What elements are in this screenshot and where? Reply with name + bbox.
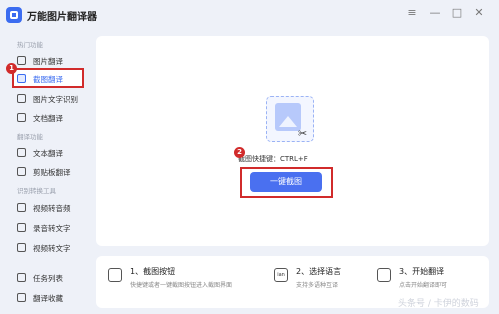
sidebar-item-audio-to-text[interactable]: 录音转文字 bbox=[14, 219, 84, 237]
list-icon bbox=[17, 273, 26, 282]
step-title: 3、开始翻译 bbox=[399, 267, 445, 276]
step-desc: 支持多语种互译 bbox=[296, 282, 339, 289]
image-icon bbox=[17, 56, 26, 65]
step-badge-two: 2 bbox=[234, 147, 245, 158]
sidebar-item-label: 视频转音频 bbox=[33, 204, 71, 213]
one-click-screenshot-button[interactable]: 一键截图 bbox=[250, 172, 322, 192]
step-title: 2、选择语言 bbox=[296, 267, 342, 276]
sidebar-item-document-translate[interactable]: 文档翻译 bbox=[14, 109, 84, 127]
scissors-icon: ✂ bbox=[298, 127, 308, 140]
minimize-icon[interactable]: — bbox=[428, 6, 442, 19]
translate-icon bbox=[377, 268, 391, 282]
sidebar-item-label: 任务列表 bbox=[33, 274, 63, 283]
sidebar-section-tools: 识别转换工具 bbox=[17, 187, 56, 195]
step-title: 1、截图按钮 bbox=[130, 267, 176, 276]
sidebar-item-label: 翻译收藏 bbox=[33, 294, 63, 303]
mic-icon bbox=[17, 223, 26, 232]
text-icon bbox=[17, 148, 26, 157]
video-icon bbox=[17, 203, 26, 212]
shortcut-hint: 截图快捷键：CTRL+F bbox=[238, 155, 308, 163]
step-desc: 点击开始翻译即可 bbox=[399, 282, 448, 289]
sidebar-item-video-to-text[interactable]: 视频转文字 bbox=[14, 239, 84, 257]
sidebar-item-clipboard-translate[interactable]: 剪贴板翻译 bbox=[14, 163, 84, 181]
sidebar-item-label: 录音转文字 bbox=[33, 224, 71, 233]
sidebar-item-screenshot-translate[interactable]: 截图翻译 bbox=[12, 68, 84, 88]
sidebar-section-hot: 热门功能 bbox=[17, 41, 43, 49]
watermark: 头条号 / 卡伊的数码 bbox=[398, 299, 479, 309]
document-icon bbox=[17, 113, 26, 122]
clipboard-icon bbox=[17, 167, 26, 176]
sidebar-item-label: 图片文字识别 bbox=[33, 95, 78, 104]
restore-icon[interactable]: □ bbox=[450, 6, 464, 19]
main-panel: ✂ 截图快捷键：CTRL+F 一键截图 bbox=[96, 36, 489, 246]
sidebar-item-text-recognition[interactable]: 图片文字识别 bbox=[14, 90, 84, 108]
video-text-icon bbox=[17, 243, 26, 252]
app-title: 万能图片翻译器 bbox=[27, 12, 97, 23]
sidebar-section-translate: 翻译功能 bbox=[17, 133, 43, 141]
screenshot-dropzone[interactable]: ✂ bbox=[266, 96, 314, 142]
step-badge-one: 1 bbox=[6, 63, 17, 74]
sidebar-item-favorites[interactable]: 翻译收藏 bbox=[14, 289, 84, 307]
sidebar-item-label: 剪贴板翻译 bbox=[33, 168, 71, 177]
sidebar-item-text-translate[interactable]: 文本翻译 bbox=[14, 144, 84, 162]
title-bar: 万能图片翻译器 ≡ — □ ✕ bbox=[0, 0, 499, 30]
sidebar-item-video-to-audio[interactable]: 视频转音频 bbox=[14, 199, 84, 217]
sidebar-item-label: 截图翻译 bbox=[33, 75, 63, 84]
sidebar-item-label: 文本翻译 bbox=[33, 149, 63, 158]
sidebar-item-label: 图片翻译 bbox=[33, 57, 63, 66]
screenshot-icon bbox=[108, 268, 122, 282]
language-icon: ian bbox=[274, 268, 288, 282]
sidebar-item-task-list[interactable]: 任务列表 bbox=[14, 269, 84, 287]
sidebar-item-label: 文档翻译 bbox=[33, 114, 63, 123]
menu-icon[interactable]: ≡ bbox=[405, 6, 419, 19]
star-icon bbox=[17, 293, 26, 302]
app-logo-icon bbox=[6, 7, 22, 23]
text-recognize-icon bbox=[17, 94, 26, 103]
close-icon[interactable]: ✕ bbox=[472, 6, 486, 19]
screenshot-icon bbox=[17, 74, 26, 83]
step-desc: 快捷键或者一键截图按钮进入截图界面 bbox=[130, 282, 233, 289]
sidebar-item-label: 视频转文字 bbox=[33, 244, 71, 253]
